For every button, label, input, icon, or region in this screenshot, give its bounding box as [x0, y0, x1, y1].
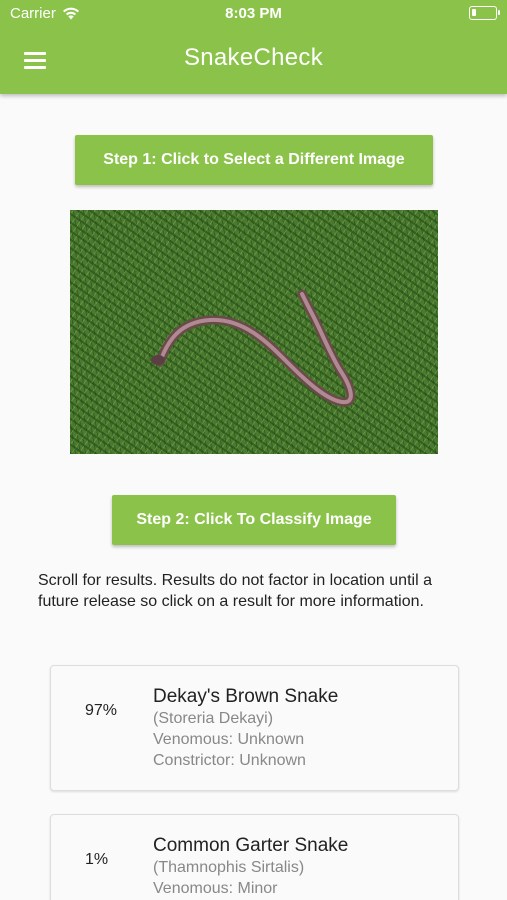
confidence-percent: 97%	[85, 702, 118, 719]
classify-image-button[interactable]: Step 2: Click To Classify Image	[112, 495, 396, 545]
snake-scientific-name: (Storeria Dekayi)	[153, 710, 274, 727]
confidence-percent: 1%	[85, 851, 109, 868]
battery-icon	[469, 6, 500, 20]
selected-snake-image	[70, 210, 438, 454]
status-bar: Carrier 8:03 PM	[0, 0, 507, 28]
snake-common-name: Dekay's Brown Snake	[153, 686, 339, 707]
snake-scientific-name: (Thamnophis Sirtalis)	[153, 859, 305, 876]
snake-common-name: Common Garter Snake	[153, 835, 349, 856]
venomous-status: Venomous: Unknown	[153, 731, 305, 748]
snake-photo-graphic	[151, 289, 356, 407]
clock: 8:03 PM	[225, 5, 282, 22]
results-info-text: Scroll for results. Results do not facto…	[38, 572, 432, 610]
result-card[interactable]: 1% Common Garter Snake (Thamnophis Sirta…	[50, 814, 459, 900]
constrictor-status: Constrictor: Unknown	[153, 752, 306, 769]
result-card[interactable]: 97% Dekay's Brown Snake (Storeria Dekayi…	[50, 665, 459, 791]
app-bar: Carrier 8:03 PM SnakeCheck	[0, 0, 507, 94]
select-image-button[interactable]: Step 1: Click to Select a Different Imag…	[75, 135, 433, 185]
app-title: SnakeCheck	[183, 44, 324, 71]
venomous-status: Venomous: Minor	[153, 880, 278, 897]
